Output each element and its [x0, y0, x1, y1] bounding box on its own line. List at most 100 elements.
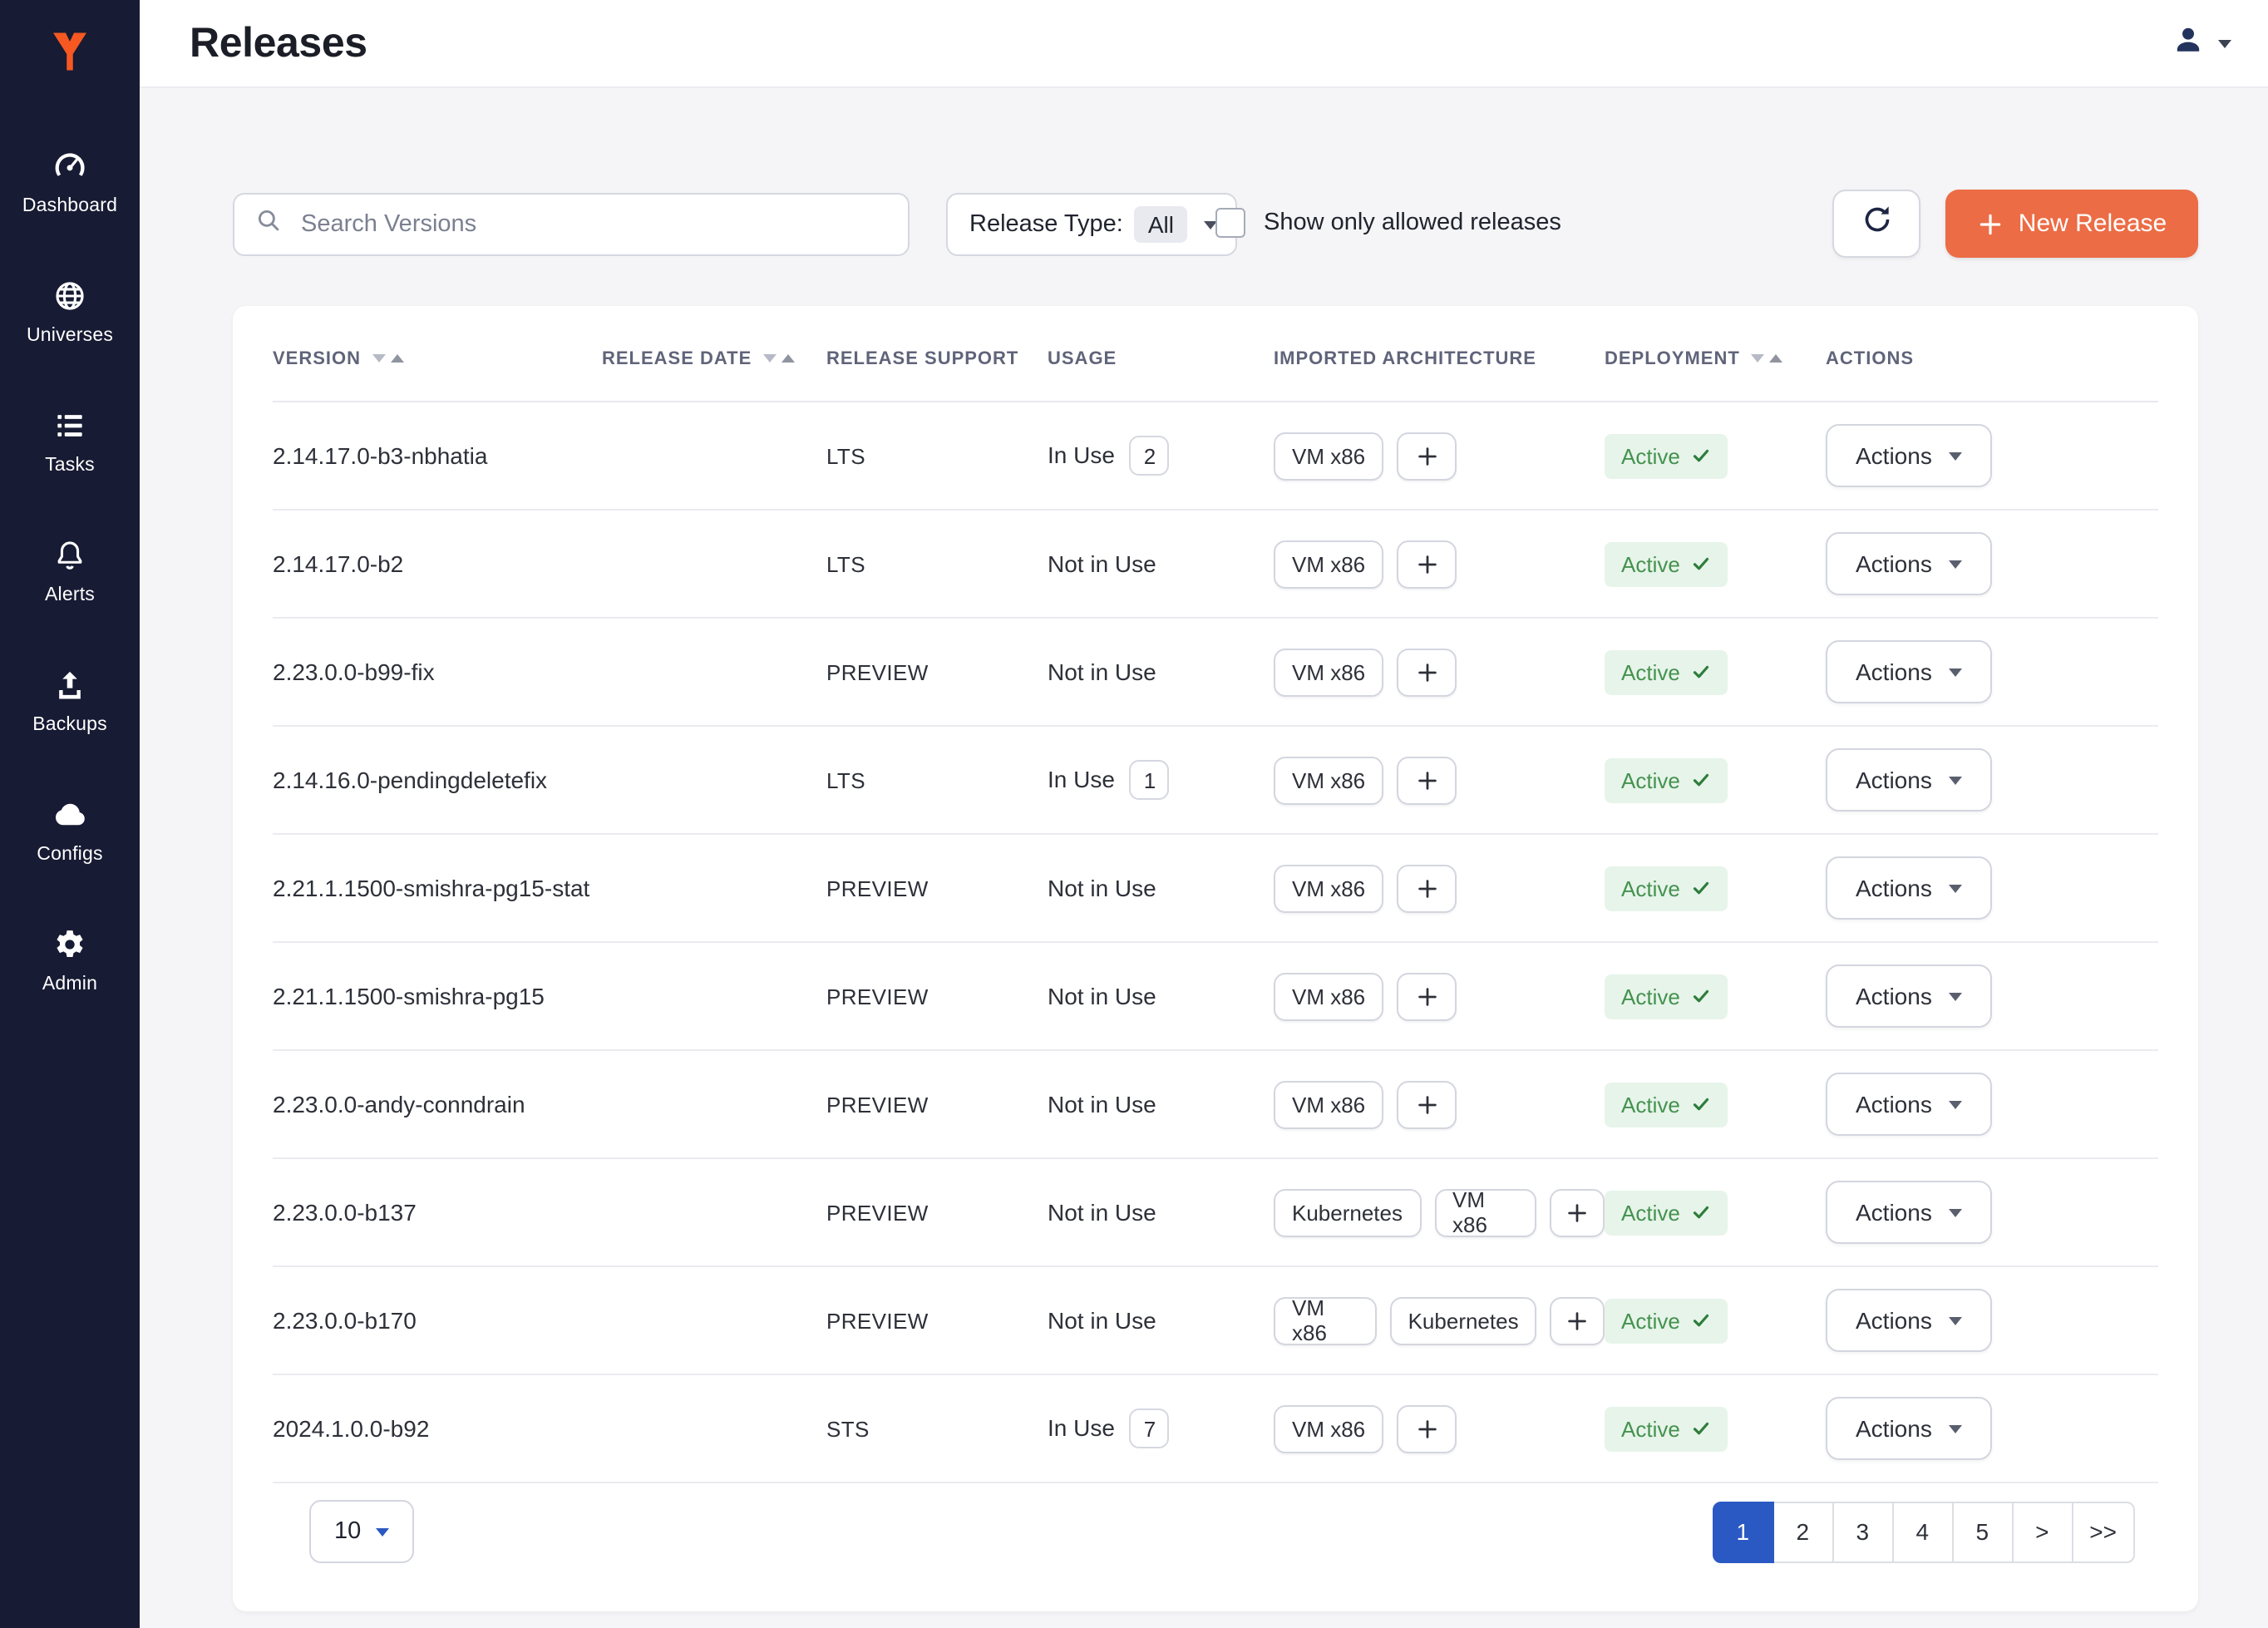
sidebar-item-tasks[interactable]: Tasks	[0, 406, 140, 476]
release-support-cell: LTS	[826, 767, 1048, 792]
add-architecture-button[interactable]	[1551, 1188, 1605, 1236]
deployment-status-label: Active	[1621, 767, 1680, 792]
column-header-release-date[interactable]: RELEASE DATE	[602, 348, 826, 368]
refresh-button[interactable]	[1832, 190, 1920, 258]
search-icon	[254, 206, 283, 243]
release-type-select[interactable]: Release Type: All	[946, 193, 1237, 256]
add-architecture-button[interactable]	[1551, 1296, 1605, 1344]
imported-architecture-cell: VM x86	[1274, 1080, 1605, 1128]
sidebar-item-label: Backups	[32, 715, 107, 735]
usage-count-badge[interactable]: 7	[1130, 1408, 1170, 1448]
sidebar-item-configs[interactable]: Configs	[0, 795, 140, 865]
architecture-chip: VM x86	[1274, 1296, 1377, 1344]
actions-button[interactable]: Actions	[1826, 424, 1992, 487]
sidebar-item-label: Tasks	[45, 456, 95, 476]
version-cell: 2.14.17.0-b3-nbhatia	[273, 442, 602, 469]
usage-cell: Not in Use	[1048, 1199, 1274, 1226]
architecture-chip: VM x86	[1274, 972, 1383, 1020]
sidebar-item-backups[interactable]: Backups	[0, 665, 140, 735]
user-menu[interactable]	[2170, 21, 2231, 66]
deployment-status-badge: Active	[1605, 1406, 1728, 1451]
actions-button[interactable]: Actions	[1826, 532, 1992, 595]
add-architecture-button[interactable]	[1397, 540, 1457, 588]
architecture-chip: VM x86	[1274, 432, 1383, 480]
version-cell: 2.23.0.0-b99-fix	[273, 659, 602, 685]
actions-button[interactable]: Actions	[1826, 1073, 1992, 1136]
actions-button[interactable]: Actions	[1826, 748, 1992, 812]
deployment-cell: Active	[1605, 1298, 1826, 1343]
version-cell: 2.21.1.1500-smishra-pg15-stat	[273, 875, 602, 901]
actions-button[interactable]: Actions	[1826, 1181, 1992, 1244]
usage-count-badge[interactable]: 2	[1130, 436, 1170, 476]
topbar: Releases	[140, 0, 2268, 88]
imported-architecture-cell: KubernetesVM x86	[1274, 1188, 1605, 1236]
page-button-1[interactable]: 1	[1712, 1501, 1773, 1562]
page-button-5[interactable]: 5	[1951, 1501, 2013, 1562]
imported-architecture-cell: VM x86Kubernetes	[1274, 1296, 1605, 1344]
architecture-chip: VM x86	[1274, 1080, 1383, 1128]
deployment-status-label: Active	[1621, 1416, 1680, 1441]
release-type-label: Release Type:	[969, 211, 1123, 238]
actions-button[interactable]: Actions	[1826, 640, 1992, 703]
show-allowed-checkbox[interactable]	[1215, 208, 1245, 238]
yugabyte-logo[interactable]	[0, 0, 140, 103]
deployment-status-badge: Active	[1605, 866, 1728, 910]
usage-count-badge[interactable]: 1	[1130, 760, 1170, 800]
add-architecture-button[interactable]	[1397, 756, 1457, 804]
page-size-value: 10	[334, 1518, 361, 1545]
page-button-4[interactable]: 4	[1891, 1501, 1953, 1562]
column-header-version[interactable]: VERSION	[273, 348, 602, 368]
actions-button[interactable]: Actions	[1826, 964, 1992, 1028]
sidebar-item-universes[interactable]: Universes	[0, 276, 140, 346]
actions-button[interactable]: Actions	[1826, 1289, 1992, 1352]
column-header-deployment[interactable]: DEPLOYMENT	[1605, 348, 1826, 368]
check-icon	[1692, 1310, 1712, 1330]
page-size-select[interactable]: 10	[309, 1500, 414, 1563]
actions-button[interactable]: Actions	[1826, 1397, 1992, 1460]
page-button-2[interactable]: 2	[1772, 1501, 1833, 1562]
globe-icon	[52, 276, 88, 316]
usage-cell: Not in Use	[1048, 983, 1274, 1009]
sidebar-item-alerts[interactable]: Alerts	[0, 535, 140, 605]
release-support-cell: LTS	[826, 443, 1048, 468]
add-architecture-button[interactable]	[1397, 432, 1457, 480]
add-architecture-button[interactable]	[1397, 648, 1457, 696]
release-support-cell: PREVIEW	[826, 876, 1048, 900]
search-input[interactable]	[298, 210, 888, 239]
version-cell: 2.23.0.0-andy-conndrain	[273, 1091, 602, 1117]
sort-icon	[372, 354, 404, 363]
architecture-chip: VM x86	[1274, 1404, 1383, 1453]
deployment-status-label: Active	[1621, 1308, 1680, 1333]
sidebar-item-dashboard[interactable]: Dashboard	[0, 146, 140, 216]
page-button-3[interactable]: 3	[1832, 1501, 1893, 1562]
new-release-button[interactable]: New Release	[1945, 190, 2198, 258]
check-icon	[1692, 554, 1712, 574]
column-label: RELEASE DATE	[602, 348, 752, 368]
sidebar-item-admin[interactable]: Admin	[0, 925, 140, 994]
actions-button-label: Actions	[1856, 1307, 1932, 1334]
deployment-cell: Active	[1605, 649, 1826, 694]
add-architecture-button[interactable]	[1397, 864, 1457, 912]
check-icon	[1692, 986, 1712, 1006]
table-row: 2.21.1.1500-smishra-pg15PREVIEWNot in Us…	[273, 943, 2158, 1051]
actions-button[interactable]: Actions	[1826, 856, 1992, 920]
add-architecture-button[interactable]	[1397, 1080, 1457, 1128]
table-row: 2.14.17.0-b3-nbhatiaLTSIn Use2VM x86Acti…	[273, 402, 2158, 511]
add-architecture-button[interactable]	[1397, 972, 1457, 1020]
table-row: 2.23.0.0-andy-conndrainPREVIEWNot in Use…	[273, 1051, 2158, 1159]
actions-button-label: Actions	[1856, 767, 1932, 793]
check-icon	[1692, 878, 1712, 898]
add-architecture-button[interactable]	[1397, 1404, 1457, 1453]
last-page-button[interactable]: >>	[2071, 1501, 2135, 1562]
actions-button-label: Actions	[1856, 875, 1932, 901]
usage-cell: Not in Use	[1048, 1091, 1274, 1117]
column-label: DEPLOYMENT	[1605, 348, 1740, 368]
usage-cell: In Use7	[1048, 1408, 1274, 1448]
release-support-cell: PREVIEW	[826, 659, 1048, 684]
imported-architecture-cell: VM x86	[1274, 972, 1605, 1020]
actions-cell: Actions	[1826, 532, 2158, 595]
tasks-icon	[52, 406, 88, 446]
actions-button-label: Actions	[1856, 550, 1932, 577]
column-label: RELEASE SUPPORT	[826, 348, 1018, 368]
next-page-button[interactable]: >	[2011, 1501, 2073, 1562]
